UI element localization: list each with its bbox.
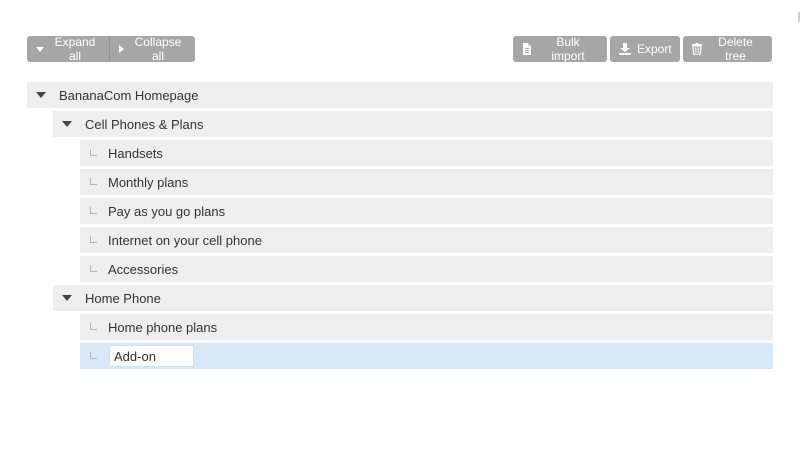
tree-node-label: Handsets [108,145,163,161]
tree-node-internet[interactable]: Internet on your cell phone [80,227,773,253]
leaf-connector-icon [90,177,97,185]
tree-node-label: Cell Phones & Plans [85,116,204,132]
leaf-connector-icon [90,235,97,243]
tree-node-label: Home Phone [85,290,161,306]
tree-node-home-phone[interactable]: Home Phone [53,285,773,311]
export-label: Export [637,42,672,56]
caret-right-icon [119,45,124,53]
tree-node-home-phone-plans[interactable]: Home phone plans [80,314,773,340]
delete-tree-button[interactable]: Delete tree [683,35,772,63]
leaf-connector-icon [90,351,97,359]
tree-toolbar: Expand all Collapse all Bulk import Expo… [27,35,772,63]
tree-node-label: Monthly plans [108,174,189,190]
node-rename-input[interactable] [109,345,194,367]
document-icon [522,43,532,55]
collapse-toggle-icon[interactable] [36,92,46,98]
download-icon [619,43,631,55]
export-button[interactable]: Export [610,36,680,62]
tree-node-accessories[interactable]: Accessories [80,256,773,282]
tree-actions: Bulk import Export Delete tree [513,35,772,63]
leaf-connector-icon [90,322,97,330]
tree-node-root[interactable]: BananaCom Homepage [27,82,773,108]
tree-node-cell-phones[interactable]: Cell Phones & Plans [53,111,773,137]
tree-node-label: BananaCom Homepage [59,87,199,103]
bulk-import-button[interactable]: Bulk import [513,35,607,63]
tree-node-label: Internet on your cell phone [108,232,262,248]
bulk-import-label: Bulk import [551,35,585,63]
tree-node-handsets[interactable]: Handsets [80,140,773,166]
site-tree: BananaCom Homepage Cell Phones & Plans H… [27,82,773,372]
trash-icon [692,43,702,55]
tree-node-monthly-plans[interactable]: Monthly plans [80,169,773,195]
collapse-toggle-icon[interactable] [62,121,72,127]
leaf-connector-icon [90,206,97,214]
leaf-connector-icon [90,148,97,156]
tree-node-label: Pay as you go plans [108,203,226,219]
delete-tree-label: Delete tree [718,35,753,63]
leaf-connector-icon [90,264,97,272]
expand-all-label: Expand all [54,35,96,63]
collapse-all-button[interactable]: Collapse all [109,35,195,63]
tree-node-label: Accessories [108,261,179,277]
expand-collapse-group: Expand all Collapse all [27,35,195,63]
collapse-all-label: Collapse all [134,35,182,63]
caret-down-icon [36,46,44,52]
expand-all-button[interactable]: Expand all [27,35,109,63]
tree-node-pay-as-you-go[interactable]: Pay as you go plans [80,198,773,224]
tree-node-label: Home phone plans [108,319,218,335]
collapse-toggle-icon[interactable] [62,295,72,301]
tree-node-add-on[interactable] [80,343,773,369]
